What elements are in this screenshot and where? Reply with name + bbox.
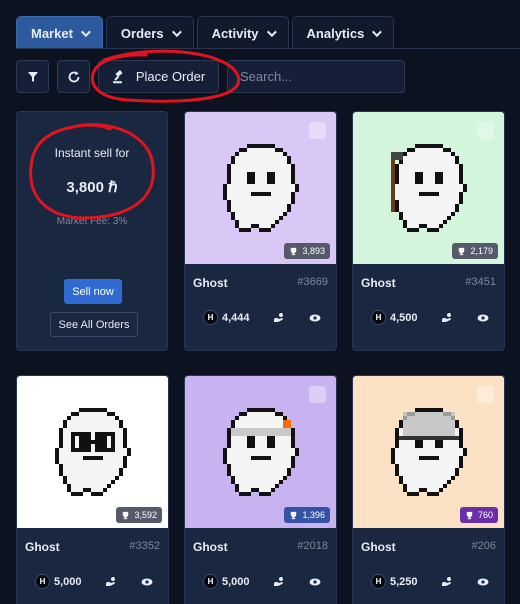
trophy-icon [123,511,129,519]
refresh-button[interactable] [57,60,90,93]
tab-label: Analytics [306,25,365,41]
place-order-button[interactable]: Place Order [98,60,219,93]
buy-icon[interactable] [272,311,286,325]
rank-value: 3,893 [302,246,325,256]
rank-value: 2,179 [470,246,493,256]
tab-label: Activity [211,25,259,41]
card-footer: H 5,250 [371,574,490,589]
tab-label: Market [31,25,73,41]
tab-label: Orders [120,25,164,41]
view-icon[interactable] [476,311,490,325]
buy-icon[interactable] [440,311,454,325]
hbar-coin-icon: H [203,310,218,325]
see-all-orders-button[interactable]: See All Orders [50,312,138,337]
trophy-icon [291,511,297,519]
trophy-icon [466,511,473,519]
ghost-artwork [54,407,131,496]
view-icon[interactable] [308,575,322,589]
tab-activity[interactable]: Activity [196,16,289,49]
card-name: Ghost [193,540,228,554]
gavel-icon [112,69,123,83]
rank-value: 760 [477,510,493,520]
chevron-down-icon [266,26,277,37]
buy-icon[interactable] [104,575,118,589]
select-checkbox[interactable] [309,122,326,139]
filter-button[interactable] [16,60,49,93]
buy-icon[interactable] [272,575,286,589]
trophy-icon [459,247,465,255]
buy-icon[interactable] [440,575,454,589]
search-input[interactable] [227,60,405,93]
nft-card[interactable]: 760 Ghost #206 H 5,250 [352,375,505,604]
card-id: #206 [471,540,496,552]
funnel-icon [27,71,38,82]
ghost-artwork [222,143,299,232]
card-price: 5,000 [222,575,250,588]
instant-sell-panel: Instant sell for 3,800 ℏ Market Fee: 3% … [16,111,168,351]
tab-market[interactable]: Market [16,16,103,49]
select-checkbox[interactable] [141,386,158,403]
hbar-coin-icon: H [371,574,386,589]
rank-badge: 3,893 [284,243,330,259]
market-fee: Market Fee: 3% [56,216,128,227]
card-footer: H 5,000 [35,574,154,589]
card-footer: H 4,444 [203,310,322,325]
nft-card[interactable]: 2,179 Ghost #3451 H 4,500 [352,111,505,351]
hbar-coin-icon: H [203,574,218,589]
card-id: #2018 [297,540,328,552]
rank-value: 3,592 [134,510,157,520]
view-icon[interactable] [140,575,154,589]
trophy-icon [291,247,297,255]
chevron-down-icon [171,26,182,37]
view-icon[interactable] [476,575,490,589]
card-price: 4,500 [390,311,418,324]
ghost-artwork [390,143,467,232]
instant-sell-label: Instant sell for [54,146,130,160]
hbar-coin-icon: H [35,574,50,589]
hbar-coin-icon: H [371,310,386,325]
rank-badge: 3,592 [116,507,162,523]
card-name: Ghost [361,540,396,554]
tab-orders[interactable]: Orders [105,16,194,49]
rank-badge: 760 [459,507,498,523]
rank-badge: 1,396 [284,507,330,523]
ghost-artwork [390,407,467,496]
card-price: 4,444 [222,311,250,324]
ghost-artwork [222,407,299,496]
nft-card[interactable]: 3,893 Ghost #3669 H 4,444 [184,111,337,351]
tab-bar: Market Orders Activity Analytics [16,16,395,49]
nft-card[interactable]: 1,396 Ghost #2018 H 5,000 [184,375,337,604]
card-price: 5,000 [54,575,82,588]
sell-now-button[interactable]: Sell now [64,279,122,304]
tab-divider [16,48,520,49]
select-checkbox[interactable] [309,386,326,403]
instant-sell-amount: 3,800 ℏ [66,179,118,196]
nft-card[interactable]: 3,592 Ghost #3352 H 5,000 [16,375,169,604]
card-id: #3352 [129,540,160,552]
card-name: Ghost [361,276,396,290]
view-icon[interactable] [308,311,322,325]
select-checkbox[interactable] [477,122,494,139]
place-order-label: Place Order [135,69,206,84]
select-checkbox[interactable] [477,386,494,403]
chevron-down-icon [80,26,91,37]
card-footer: H 5,000 [203,574,322,589]
market-page: Market Orders Activity Analytics Place O… [0,0,520,604]
card-footer: H 4,500 [371,310,490,325]
rank-badge: 2,179 [452,243,498,259]
tab-analytics[interactable]: Analytics [291,16,395,49]
card-id: #3451 [465,276,496,288]
chevron-down-icon [372,26,383,37]
refresh-icon [68,70,79,82]
toolbar: Place Order [16,60,405,93]
card-price: 5,250 [390,575,418,588]
card-id: #3669 [297,276,328,288]
card-name: Ghost [25,540,60,554]
card-name: Ghost [193,276,228,290]
rank-value: 1,396 [302,510,325,520]
